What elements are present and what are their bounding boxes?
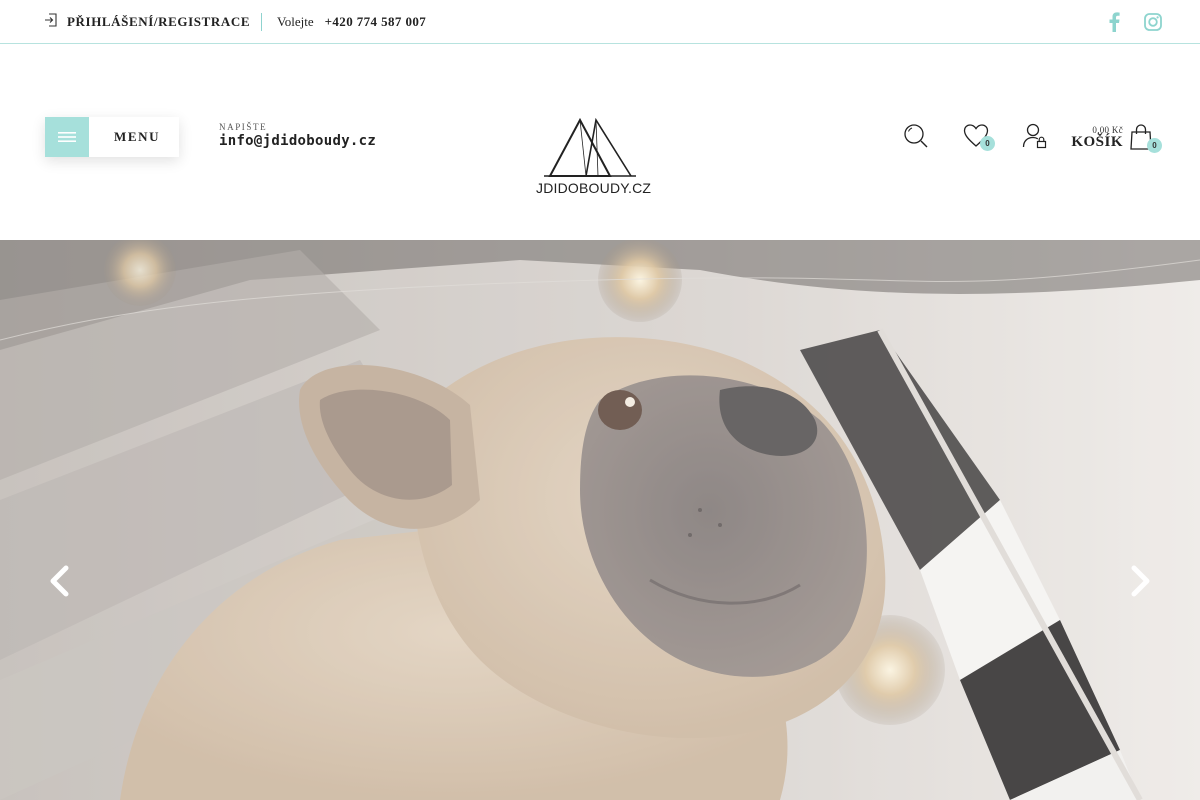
slider-next-button[interactable] xyxy=(1126,564,1156,598)
search-icon[interactable] xyxy=(902,122,930,150)
phone-number[interactable]: +420 774 587 007 xyxy=(325,14,427,30)
hero-image xyxy=(0,240,1200,800)
account-icon[interactable] xyxy=(1021,122,1049,150)
email-link[interactable]: info@jdidoboudy.cz xyxy=(219,133,376,149)
menu-button[interactable]: MENU xyxy=(45,117,179,157)
menu-label: MENU xyxy=(114,129,161,144)
chevron-left-icon xyxy=(50,565,69,597)
cart-label: KOŠÍK xyxy=(1071,134,1123,150)
hamburger-icon xyxy=(45,117,89,157)
site-logo[interactable]: JDIDOBOUDY.CZ xyxy=(536,117,652,200)
logo-text: JDIDOBOUDY.CZ xyxy=(536,180,652,196)
wishlist-count-badge: 0 xyxy=(980,136,995,151)
call-info: Volejte +420 774 587 007 xyxy=(277,14,426,30)
cart-button[interactable]: 0,00 Kč KOŠÍK 0 xyxy=(1068,122,1168,156)
logo-tent-icon xyxy=(544,117,636,177)
slider-prev-button[interactable] xyxy=(44,564,74,598)
login-icon xyxy=(44,12,58,32)
contact-email-block: NAPIŠTE info@jdidoboudy.cz xyxy=(219,122,376,149)
top-bar: PŘIHLÁŠENÍ/REGISTRACE Volejte +420 774 5… xyxy=(0,0,1200,44)
login-register-label: PŘIHLÁŠENÍ/REGISTRACE xyxy=(67,14,251,29)
call-label: Volejte xyxy=(277,14,314,29)
write-label: NAPIŠTE xyxy=(219,122,268,132)
wishlist-icon[interactable]: 0 xyxy=(962,122,995,151)
instagram-icon[interactable] xyxy=(1142,11,1164,33)
hero-slider xyxy=(0,240,1200,800)
cart-count-badge: 0 xyxy=(1147,138,1162,153)
topbar-divider xyxy=(261,13,262,31)
login-register-link[interactable]: PŘIHLÁŠENÍ/REGISTRACE xyxy=(44,12,251,32)
facebook-icon[interactable] xyxy=(1103,11,1125,33)
chevron-right-icon xyxy=(1131,565,1150,597)
